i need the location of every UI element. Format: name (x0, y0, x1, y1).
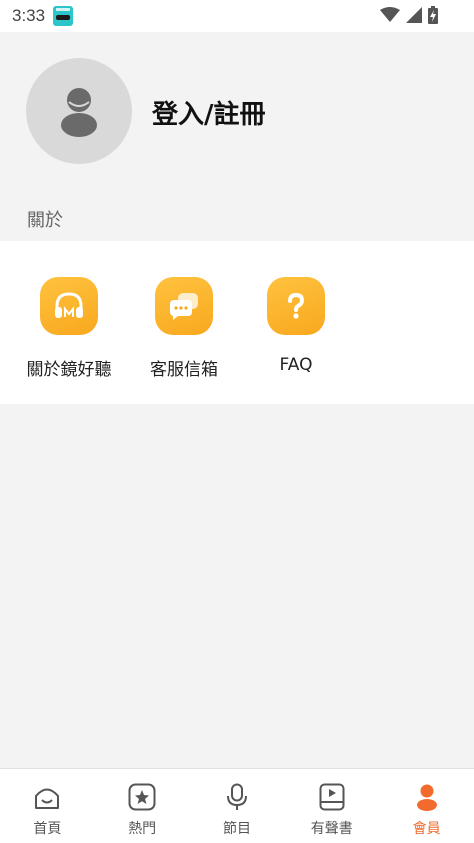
app-notification-icon (53, 6, 74, 26)
menu-label-about: 關於鏡好聽 (26, 360, 112, 380)
nav-label-programs: 節目 (222, 821, 251, 837)
nav-item-member[interactable]: 會員 (379, 769, 474, 843)
menu-label-support-email: 客服信箱 (150, 360, 218, 380)
microphone-icon (222, 782, 252, 812)
status-bar: 3:33 (0, 0, 474, 32)
home-icon (32, 782, 62, 812)
menu-item-faq[interactable]: FAQ (241, 277, 351, 387)
nav-label-member: 會員 (412, 821, 441, 837)
avatar[interactable] (26, 58, 132, 164)
menu-item-about[interactable]: 關於鏡好聽 (14, 277, 124, 387)
login-register-link[interactable]: 登入/註冊 (152, 94, 266, 131)
about-menu-card: 關於鏡好聽 客服信箱 FAQ (0, 241, 474, 404)
nav-label-popular: 熱門 (128, 821, 157, 837)
status-icons (380, 6, 438, 24)
nav-item-home[interactable]: 首頁 (0, 769, 95, 843)
chat-bubbles-icon (155, 277, 213, 335)
question-icon (267, 277, 325, 335)
star-icon (127, 782, 157, 812)
member-icon (412, 782, 442, 812)
nav-item-popular[interactable]: 熱門 (95, 769, 190, 843)
cell-signal-icon (406, 7, 422, 23)
profile-header: 登入/註冊 關於 (0, 32, 474, 242)
bottom-nav: 首頁 熱門 節目 有聲書 會員 (0, 768, 474, 843)
nav-item-programs[interactable]: 節目 (190, 769, 285, 843)
status-time: 3:33 (12, 6, 46, 25)
wifi-icon (380, 7, 400, 22)
nav-label-audiobooks: 有聲書 (310, 821, 353, 837)
book-play-icon (317, 782, 347, 812)
menu-item-support-email[interactable]: 客服信箱 (129, 277, 239, 387)
about-section-title: 關於 (27, 210, 63, 231)
headphones-icon (40, 277, 98, 335)
battery-charging-icon (428, 6, 438, 24)
user-avatar-icon (61, 88, 97, 137)
nav-item-audiobooks[interactable]: 有聲書 (284, 769, 379, 843)
nav-label-home: 首頁 (33, 821, 62, 837)
menu-label-faq: FAQ (279, 355, 313, 375)
